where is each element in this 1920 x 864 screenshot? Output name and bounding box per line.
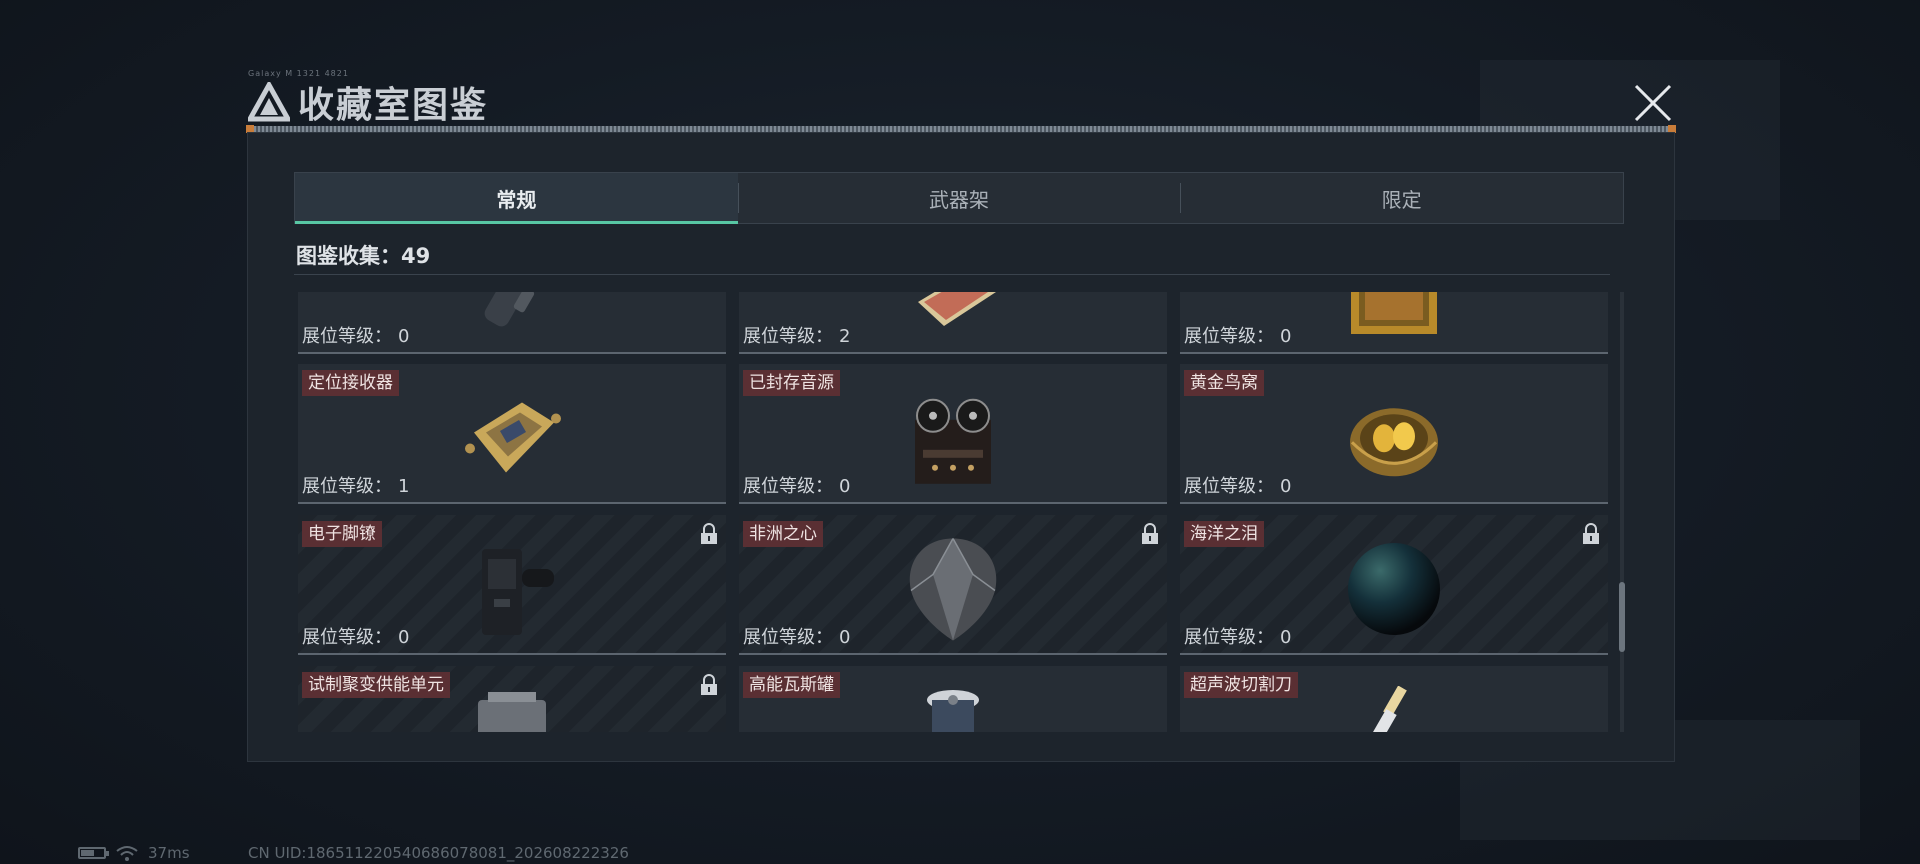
item-card[interactable]: 超声波切割刀 <box>1180 666 1608 732</box>
display-level: 展位等级： 0 <box>743 627 851 648</box>
section-divider <box>294 274 1610 275</box>
item-card[interactable]: 非洲之心 展位等级： 0 <box>739 515 1167 655</box>
item-grid-viewport[interactable]: 展位等级： 0 展位等级： 2 展位等级： 0 定位接收器 展位等级： 1 已封… <box>298 292 1608 732</box>
ultrasonic-knife-icon <box>1371 686 1407 732</box>
title-bar: 收藏室图鉴 <box>248 74 488 130</box>
item-card[interactable]: 海洋之泪 展位等级： 0 <box>1180 515 1608 655</box>
tape-recorder-icon <box>915 398 991 484</box>
collection-label: 图鉴收集： <box>296 244 401 268</box>
grenade-icon <box>484 292 535 327</box>
item-card[interactable]: 黄金鸟窝 展位等级： 0 <box>1180 364 1608 504</box>
wifi-icon <box>116 846 138 861</box>
item-name-tag: 海洋之泪 <box>1184 521 1264 547</box>
ping-text: 37ms <box>148 844 190 862</box>
item-name-tag: 电子脚镣 <box>302 521 382 547</box>
display-level: 展位等级： 0 <box>1184 627 1292 648</box>
tab-bar: 常规 武器架 限定 <box>294 172 1624 224</box>
item-name-tag: 定位接收器 <box>302 370 399 396</box>
item-name-tag: 高能瓦斯罐 <box>743 672 840 698</box>
lock-icon <box>701 523 717 544</box>
display-level: 展位等级： 1 <box>302 476 410 497</box>
item-card[interactable]: 已封存音源 展位等级： 0 <box>739 364 1167 504</box>
battery-icon <box>78 847 109 859</box>
display-level: 展位等级： 0 <box>302 326 410 347</box>
item-card[interactable]: 高能瓦斯罐 <box>739 666 1167 732</box>
item-name-tag: 超声波切割刀 <box>1184 672 1298 698</box>
item-card[interactable]: 电子脚镣 展位等级： 0 <box>298 515 726 655</box>
gas-canister-icon <box>927 690 979 732</box>
item-card[interactable]: 定位接收器 展位等级： 1 <box>298 364 726 504</box>
receiver-icon <box>465 402 561 473</box>
item-name-tag: 黄金鸟窝 <box>1184 370 1264 396</box>
lock-icon <box>701 674 717 695</box>
display-level: 展位等级： 0 <box>743 476 851 497</box>
item-card[interactable]: 试制聚变供能单元 <box>298 666 726 732</box>
page-title: 收藏室图鉴 <box>298 85 489 126</box>
scrollbar-thumb[interactable] <box>1619 582 1625 652</box>
document-icon <box>918 292 996 326</box>
fusion-cell-icon <box>478 692 546 732</box>
lock-icon <box>1142 523 1158 544</box>
item-name-tag: 试制聚变供能单元 <box>302 672 450 698</box>
logo-icon <box>248 82 290 122</box>
display-level: 展位等级： 0 <box>1184 476 1292 497</box>
status-bar: 37ms <box>78 844 190 862</box>
lock-icon <box>1583 523 1599 544</box>
collection-count: 图鉴收集：49 <box>296 240 430 270</box>
tab-weapon-rack[interactable]: 武器架 <box>737 173 1181 223</box>
item-card[interactable]: 展位等级： 2 <box>739 292 1167 354</box>
pearl-icon <box>1348 543 1440 635</box>
tab-limited[interactable]: 限定 <box>1180 173 1623 223</box>
item-name-tag: 非洲之心 <box>743 521 823 547</box>
display-level: 展位等级： 0 <box>302 627 410 648</box>
item-card[interactable]: 展位等级： 0 <box>1180 292 1608 354</box>
scrollbar-track[interactable] <box>1620 292 1624 732</box>
diamond-icon <box>909 538 997 641</box>
item-card[interactable]: 展位等级： 0 <box>298 292 726 354</box>
close-icon[interactable] <box>1630 80 1676 126</box>
item-name-tag: 已封存音源 <box>743 370 840 396</box>
display-level: 展位等级： 0 <box>1184 326 1292 347</box>
golden-nest-icon <box>1350 408 1438 477</box>
collection-number: 49 <box>401 244 431 268</box>
display-level: 展位等级： 2 <box>743 326 851 347</box>
golden-frame-icon <box>1351 292 1437 334</box>
tab-regular[interactable]: 常规 <box>295 173 738 224</box>
uid-text: CN UID:18651122054068607808​1_2026082223… <box>248 844 629 862</box>
ankle-monitor-icon <box>482 549 554 635</box>
